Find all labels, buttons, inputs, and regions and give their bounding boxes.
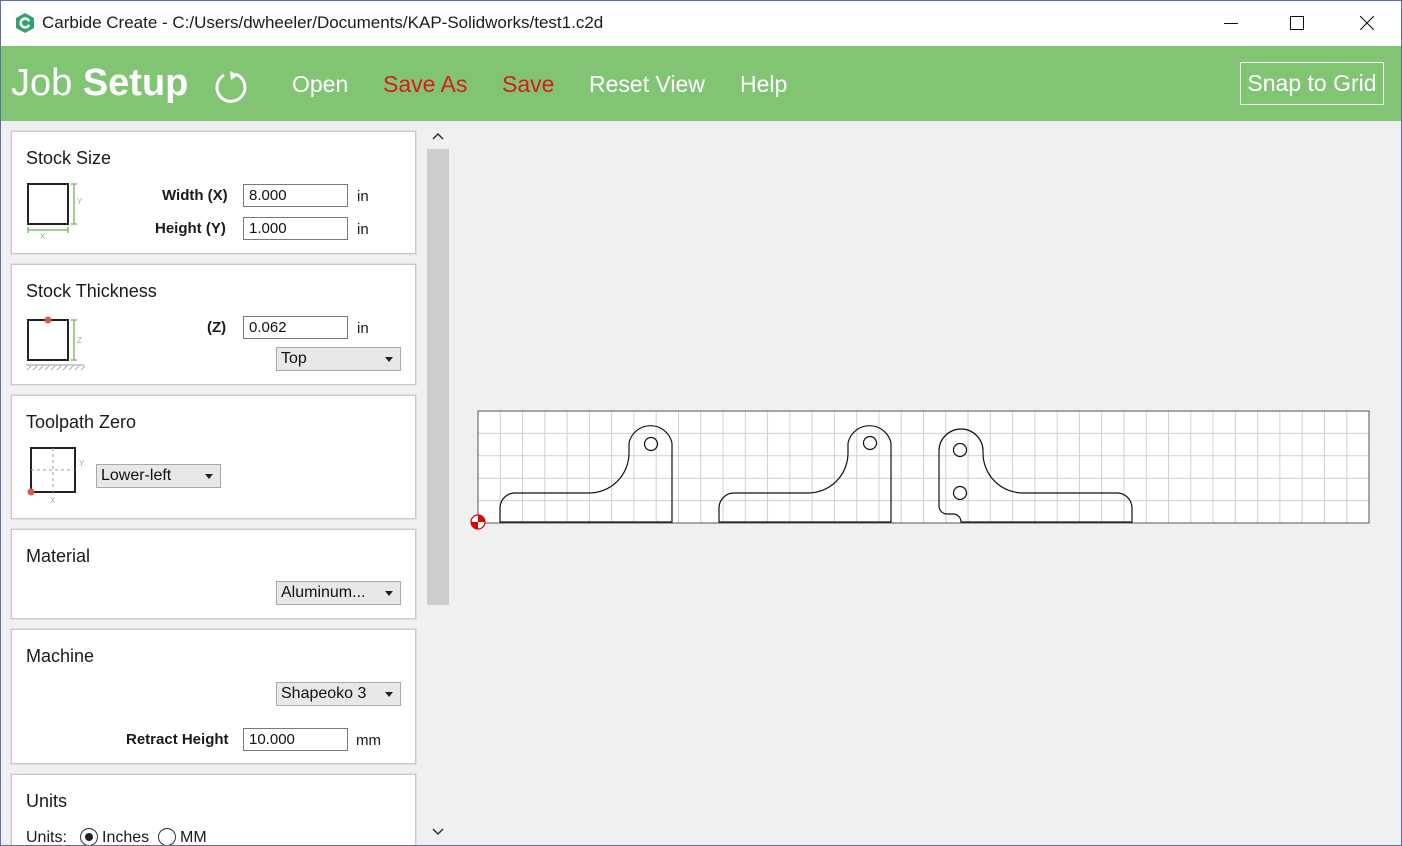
thickness-input[interactable] bbox=[243, 316, 348, 339]
refresh-icon[interactable] bbox=[211, 66, 251, 106]
stock-size-diagram-icon: Y X bbox=[27, 183, 83, 241]
minimize-button[interactable] bbox=[1196, 1, 1266, 46]
window-title: Carbide Create - C:/Users/dwheeler/Docum… bbox=[42, 13, 604, 32]
toolpath-zero-card: Toolpath Zero Y X Lower-left bbox=[11, 395, 416, 519]
carbide-create-logo-icon bbox=[16, 13, 34, 33]
stock-thickness-diagram-z: Z bbox=[77, 336, 82, 345]
reset-view-button[interactable]: Reset View bbox=[589, 71, 705, 98]
units-inches-radio[interactable] bbox=[80, 828, 98, 845]
toolpath-zero-select[interactable]: Lower-left bbox=[96, 464, 221, 488]
retract-height-label: Retract Height bbox=[126, 731, 229, 748]
toolpath-zero-title: Toolpath Zero bbox=[26, 412, 137, 432]
units-card: Units Units: Inches MM bbox=[11, 774, 416, 846]
z-zero-selected: Top bbox=[281, 350, 307, 367]
chevron-down-icon bbox=[205, 474, 213, 479]
main-toolbar: Job Setup Open Save As Save Reset View H… bbox=[1, 46, 1401, 121]
units-label: Units: bbox=[26, 829, 67, 846]
scroll-up-icon[interactable] bbox=[431, 131, 445, 141]
material-title: Material bbox=[26, 546, 91, 566]
z-label: (Z) bbox=[207, 319, 227, 336]
height-unit: in bbox=[357, 221, 369, 238]
machine-title: Machine bbox=[26, 646, 95, 666]
chevron-down-icon bbox=[385, 692, 393, 697]
thickness-unit: in bbox=[357, 320, 369, 337]
units-mm-radio[interactable] bbox=[158, 828, 176, 845]
width-unit: in bbox=[357, 188, 369, 205]
scroll-thumb[interactable] bbox=[427, 149, 449, 605]
material-select[interactable]: Aluminum... bbox=[276, 581, 401, 605]
width-label: Width (X) bbox=[162, 187, 228, 204]
left-panel-scrollbar[interactable] bbox=[425, 121, 451, 845]
height-input[interactable] bbox=[243, 217, 348, 240]
material-card: Material Aluminum... bbox=[11, 529, 416, 619]
page-title-light: Job bbox=[11, 62, 83, 104]
retract-height-input[interactable] bbox=[243, 728, 348, 751]
save-as-button[interactable]: Save As bbox=[383, 71, 467, 98]
units-title: Units bbox=[26, 791, 68, 811]
maximize-button[interactable] bbox=[1262, 1, 1332, 46]
material-selected: Aluminum... bbox=[281, 584, 366, 601]
minimize-icon bbox=[1224, 23, 1238, 24]
stock-thickness-diagram-icon: Z bbox=[26, 316, 86, 371]
origin-marker-icon bbox=[470, 514, 486, 530]
design-canvas[interactable] bbox=[451, 121, 1401, 845]
page-title: Job Setup bbox=[11, 62, 188, 105]
height-label: Height (Y) bbox=[155, 220, 226, 237]
close-button[interactable] bbox=[1332, 1, 1401, 46]
toolpath-zero-selected: Lower-left bbox=[101, 467, 172, 484]
machine-selected: Shapeoko 3 bbox=[281, 685, 367, 702]
close-icon bbox=[1360, 16, 1374, 30]
toolpath-zero-diagram-icon: Y X bbox=[27, 447, 85, 505]
chevron-down-icon bbox=[385, 357, 393, 362]
stock-size-card: Stock Size Y X Width (X) in Height (Y) i… bbox=[11, 131, 416, 254]
title-bar: Carbide Create - C:/Users/dwheeler/Docum… bbox=[1, 1, 1401, 46]
stock-size-diagram-y: Y bbox=[77, 197, 83, 206]
app-window: Carbide Create - C:/Users/dwheeler/Docum… bbox=[0, 0, 1402, 846]
z-zero-select[interactable]: Top bbox=[276, 347, 401, 371]
width-input[interactable] bbox=[243, 184, 348, 207]
toolpath-zero-diagram-y: Y bbox=[79, 459, 85, 468]
maximize-icon bbox=[1290, 16, 1304, 30]
toolpath-zero-diagram-x: X bbox=[50, 496, 56, 505]
save-button[interactable]: Save bbox=[502, 71, 554, 98]
units-mm-label: MM bbox=[180, 829, 207, 846]
units-inches-label: Inches bbox=[102, 829, 150, 846]
snap-to-grid-button[interactable]: Snap to Grid bbox=[1240, 62, 1384, 105]
chevron-down-icon bbox=[385, 591, 393, 596]
scroll-down-icon[interactable] bbox=[431, 827, 445, 837]
stock-size-title: Stock Size bbox=[26, 148, 112, 168]
job-setup-panel: Stock Size Y X Width (X) in Height (Y) i… bbox=[1, 121, 425, 846]
stock-drawing bbox=[470, 410, 1370, 530]
stock-grid bbox=[478, 411, 1369, 523]
machine-card: Machine Shapeoko 3 Retract Height mm bbox=[11, 629, 416, 764]
stock-size-diagram-x: X bbox=[40, 232, 46, 241]
retract-height-unit: mm bbox=[356, 732, 381, 749]
help-button[interactable]: Help bbox=[740, 71, 787, 98]
stock-thickness-card: Stock Thickness Z (Z) in Top bbox=[11, 264, 416, 385]
page-title-bold: Setup bbox=[82, 62, 189, 104]
open-button[interactable]: Open bbox=[292, 71, 348, 98]
machine-select[interactable]: Shapeoko 3 bbox=[276, 682, 401, 706]
stock-thickness-title: Stock Thickness bbox=[26, 281, 157, 301]
